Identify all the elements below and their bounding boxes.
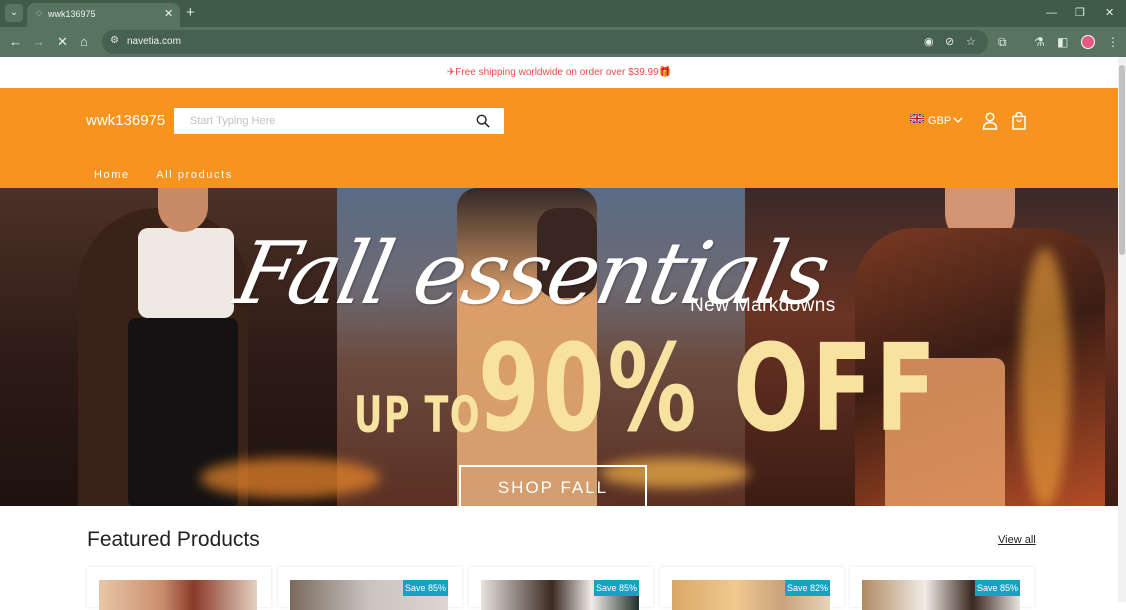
product-card[interactable]: Save 82% xyxy=(660,567,844,610)
site-header: wwk136975 GBP Home All products xyxy=(0,88,1118,188)
nav-home[interactable]: Home xyxy=(94,169,130,181)
home-icon[interactable]: ⌂ xyxy=(80,34,88,50)
forward-icon[interactable]: → xyxy=(32,34,45,50)
search-icon[interactable] xyxy=(476,114,490,128)
browser-tab[interactable]: ◌ wwk136975 ✕ xyxy=(27,3,180,27)
minimize-icon[interactable]: — xyxy=(1046,6,1057,20)
bookmark-star-icon[interactable]: ☆ xyxy=(966,35,976,49)
tab-close-icon[interactable]: ✕ xyxy=(164,7,173,20)
hero-discount: 90% OFF xyxy=(478,320,939,459)
side-panel-icon[interactable]: ◧ xyxy=(1057,34,1068,50)
url-text: navetia.com xyxy=(127,36,181,47)
browser-tab-bar: ⌄ ◌ wwk136975 ✕ + — ❐ ✕ xyxy=(0,0,1126,27)
discount-badge: Save 82% xyxy=(785,580,830,596)
window-close-icon[interactable]: ✕ xyxy=(1105,6,1114,20)
browser-menu-icon[interactable]: ⋮ xyxy=(1107,34,1119,50)
main-nav: Home All products xyxy=(94,165,255,183)
hero-upto: UP TO xyxy=(354,386,481,444)
view-all-link[interactable]: View all xyxy=(998,534,1036,546)
address-bar[interactable]: ⚙ navetia.com ◉ ⊘ ☆ xyxy=(102,30,988,54)
discount-badge: Save 85% xyxy=(594,580,639,596)
featured-heading: Featured Products xyxy=(87,528,260,551)
cart-bag-icon[interactable] xyxy=(1011,112,1027,130)
nav-all-products[interactable]: All products xyxy=(156,169,233,181)
site-logo[interactable]: wwk136975 xyxy=(86,112,165,129)
loading-favicon-icon: ◌ xyxy=(36,8,42,19)
product-card[interactable]: Save 85% xyxy=(469,567,653,610)
back-icon[interactable]: ← xyxy=(9,34,22,50)
announcement-bar: ✈Free shipping worldwide on order over $… xyxy=(0,57,1118,88)
search-input[interactable] xyxy=(174,108,468,134)
account-icon[interactable] xyxy=(982,112,998,130)
product-card[interactable]: Save 85% xyxy=(278,567,462,610)
discount-badge: Save 85% xyxy=(975,580,1020,596)
product-image xyxy=(99,580,257,610)
site-settings-icon[interactable]: ⚙ xyxy=(110,35,119,46)
product-card[interactable] xyxy=(87,567,271,610)
labs-icon[interactable]: ⚗ xyxy=(1034,34,1045,50)
shop-fall-button[interactable]: SHOP FALL xyxy=(459,465,647,506)
chevron-down-icon xyxy=(953,117,963,124)
stop-loading-icon[interactable]: ✕ xyxy=(57,34,68,50)
search-box xyxy=(174,108,504,134)
profile-avatar[interactable] xyxy=(1081,35,1095,49)
hero-banner[interactable]: Fall essentials New Markdowns UP TO 90% … xyxy=(0,188,1118,506)
tab-title: wwk136975 xyxy=(48,9,96,19)
discount-badge: Save 85% xyxy=(403,580,448,596)
eye-off-icon[interactable]: ⊘ xyxy=(945,35,954,49)
page-scrollbar[interactable] xyxy=(1118,57,1126,602)
restore-icon[interactable]: ❐ xyxy=(1075,6,1085,20)
new-tab-button[interactable]: + xyxy=(186,4,195,22)
extensions-icon[interactable]: ⧉ xyxy=(998,34,1007,50)
currency-code: GBP xyxy=(928,115,952,127)
hero-subtitle: New Markdowns xyxy=(690,295,836,316)
tab-search-chevron-icon[interactable]: ⌄ xyxy=(5,4,23,22)
uk-flag-icon xyxy=(910,114,924,123)
browser-toolbar: ← → ✕ ⌂ ⚙ navetia.com ◉ ⊘ ☆ ⧉ ⚗ ◧ ⋮ xyxy=(0,27,1126,57)
currency-selector[interactable]: GBP xyxy=(910,114,963,128)
google-lens-icon[interactable]: ◉ xyxy=(924,35,934,49)
scrollbar-thumb[interactable] xyxy=(1119,65,1125,255)
product-card[interactable]: Save 85% xyxy=(850,567,1034,610)
